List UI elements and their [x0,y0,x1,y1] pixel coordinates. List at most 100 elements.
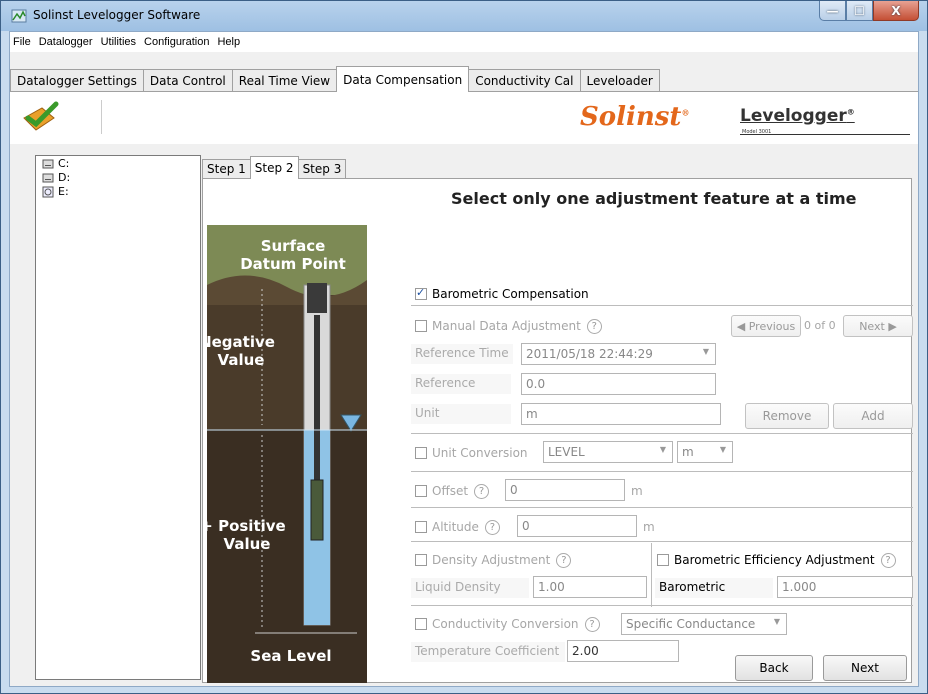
offset-input[interactable]: 0 [505,479,625,501]
density-adjustment-row[interactable]: Density Adjustment? [415,553,572,568]
temperature-coefficient-input[interactable]: 2.00 [567,640,679,662]
unit-conversion-unit-dropdown[interactable]: m ▼ [677,441,733,463]
barometric-efficiency-checkbox[interactable] [657,554,669,566]
menu-file[interactable]: File [10,36,36,48]
liquid-density-label: Liquid Density [411,578,529,598]
negative-value-label: Negative [207,333,275,351]
conductivity-conversion-row[interactable]: Conductivity Conversion? [415,617,600,632]
density-adjustment-checkbox[interactable] [415,554,427,566]
unit-input[interactable]: m [521,403,721,425]
unit-conversion-checkbox[interactable] [415,447,427,459]
main-tabs: Datalogger Settings Data Control Real Ti… [10,66,660,92]
barometric-efficiency-input[interactable]: 1.000 [777,576,913,598]
tab-step-1[interactable]: Step 1 [202,159,251,178]
altitude-checkbox[interactable] [415,521,427,533]
barometric-efficiency-row[interactable]: Barometric Efficiency Adjustment? [657,553,896,568]
client-area: File Datalogger Utilities Configuration … [9,31,919,687]
tab-step-2[interactable]: Step 2 [249,156,299,179]
chevron-down-icon: ▼ [659,445,666,454]
next-button[interactable]: Next [823,655,907,681]
barometric-compensation-label: Barometric Compensation [432,287,589,301]
conductivity-conversion-checkbox[interactable] [415,618,427,630]
unit-conversion-type-dropdown[interactable]: LEVEL ▼ [543,441,673,463]
altitude-label: Altitude [432,520,479,534]
altitude-row[interactable]: Altitude? [415,520,500,535]
barometric-compensation-checkbox[interactable] [415,286,427,300]
compensate-icon[interactable] [20,100,60,136]
drive-item-e[interactable]: E: [36,185,200,198]
reference-time-dropdown[interactable]: 2011/05/18 22:44:29 ▼ [521,343,716,365]
conductivity-help-icon[interactable]: ? [584,617,600,632]
tab-conductivity-cal[interactable]: Conductivity Cal [468,69,581,91]
barometric-compensation-row[interactable]: Barometric Compensation [415,286,589,301]
unit-conversion-row[interactable]: Unit Conversion [415,446,528,460]
remove-button[interactable]: Remove [745,403,829,429]
drive-label: C: [58,157,70,170]
logo-underline [740,134,910,135]
window-title: Solinst Levelogger Software [33,8,201,22]
menu-help[interactable]: Help [214,36,245,48]
minimize-button[interactable]: — [819,1,846,21]
title-bar[interactable]: Solinst Levelogger Software — ☐ X [1,1,927,31]
barometric-efficiency-help-icon[interactable]: ? [880,553,896,568]
reference-time-label: Reference Time [411,344,513,364]
separator [411,605,913,606]
menu-datalogger[interactable]: Datalogger [36,36,98,48]
well-illustration: Surface Datum Point Negative Value + Pos… [207,225,367,683]
vertical-separator [651,543,652,607]
liquid-density-input[interactable]: 1.00 [533,576,647,598]
tab-datalogger-settings[interactable]: Datalogger Settings [10,69,144,91]
offset-row[interactable]: Offset? [415,484,490,499]
tab-data-control[interactable]: Data Control [142,69,233,91]
maximize-button[interactable]: ☐ [846,1,873,21]
offset-checkbox[interactable] [415,485,427,497]
conductivity-conversion-label: Conductivity Conversion [432,617,579,631]
tab-leveloader[interactable]: Leveloader [579,69,660,91]
next-record-button[interactable]: Next ▶ [843,315,913,337]
menu-utilities[interactable]: Utilities [98,36,141,48]
menu-bar: File Datalogger Utilities Configuration … [10,32,918,52]
menu-configuration[interactable]: Configuration [141,36,214,48]
maximize-icon: ☐ [854,3,865,18]
tab-data-compensation[interactable]: Data Compensation [336,66,470,92]
manual-adjustment-checkbox[interactable] [415,320,427,332]
drive-icon [42,159,54,168]
unit-conversion-label: Unit Conversion [432,446,528,460]
altitude-input[interactable]: 0 [517,515,637,537]
solinst-logo: Solinst® [580,102,690,132]
add-button[interactable]: Add [833,403,913,429]
separator [411,433,913,434]
adjustment-form: Barometric Compensation Manual Data Adju… [403,179,913,684]
sea-level-label: Sea Level [250,647,331,665]
separator [411,541,913,542]
drive-tree: C: D: E: [35,155,201,680]
unit-label: Unit [411,404,511,424]
reference-input[interactable]: 0.0 [521,373,716,395]
barometric-efficiency-label: Barometric Efficiency Adjustment [674,553,875,567]
tab-real-time-view[interactable]: Real Time View [231,69,338,91]
surface-datum-label: Surface [261,237,326,255]
drive-label: D: [58,171,71,184]
conductivity-type-dropdown[interactable]: Specific Conductance ▼ [621,613,787,635]
drive-item-c[interactable]: C: [36,157,200,170]
back-button[interactable]: Back [735,655,813,681]
surface-datum-label-2: Datum Point [240,255,346,273]
altitude-help-icon[interactable]: ? [484,520,500,535]
chevron-down-icon: ▼ [773,617,780,626]
density-help-icon[interactable]: ? [556,553,572,568]
manual-adjustment-row[interactable]: Manual Data Adjustment? [415,319,602,334]
previous-button[interactable]: ◀ Previous [731,315,801,337]
close-button[interactable]: X [873,1,919,21]
negative-value-label-2: Value [218,351,265,369]
altitude-unit: m [643,520,655,534]
toolbar-separator [101,100,102,134]
toolbar: Solinst® Levelogger® Model 3001 [10,92,918,144]
offset-unit: m [631,484,643,498]
tab-step-3[interactable]: Step 3 [297,159,347,178]
drive-item-d[interactable]: D: [36,171,200,184]
record-count: 0 of 0 [804,319,836,332]
minimize-icon: — [826,3,839,18]
manual-adjustment-help-icon[interactable]: ? [586,319,602,334]
separator [411,471,913,472]
offset-help-icon[interactable]: ? [474,484,490,499]
